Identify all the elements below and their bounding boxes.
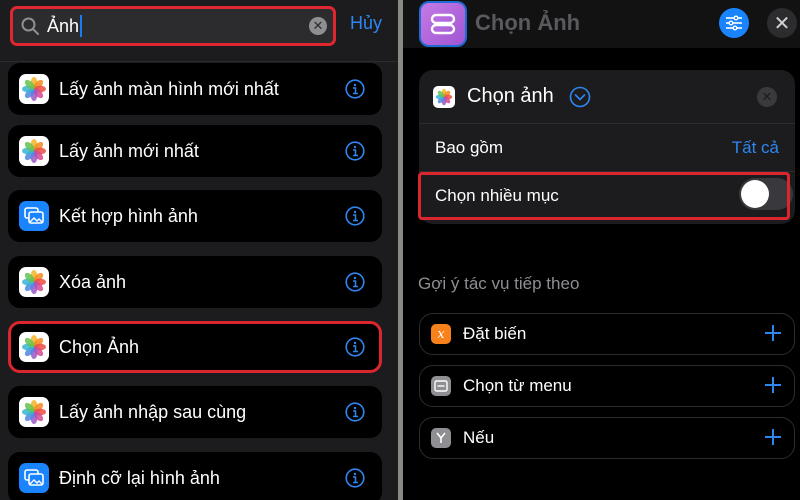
result-item[interactable]: Định cỡ lại hình ảnh <box>8 452 382 500</box>
menu-icon <box>431 376 451 396</box>
sliders-icon <box>726 15 742 31</box>
variable-icon: x <box>431 324 451 344</box>
info-icon[interactable] <box>345 272 365 292</box>
add-icon[interactable] <box>762 426 784 448</box>
info-icon[interactable] <box>345 141 365 161</box>
image-combine-icon <box>19 201 49 231</box>
search-input[interactable]: Ảnh ✕ <box>10 6 336 46</box>
search-panel: Ảnh ✕ Hủy Lấy ảnh màn hình mới nhất Lấy ả… <box>0 0 398 500</box>
suggestions-heading: Gợi ý tác vụ tiếp theo <box>418 274 580 293</box>
search-text: Ảnh <box>47 15 80 36</box>
clear-search-button[interactable]: ✕ <box>309 17 327 35</box>
editor-panel: Chọn Ảnh ✕ Chọn ảnh ✕ Bao gồm Tất cả Chọ… <box>403 0 800 500</box>
include-row[interactable]: Bao gồm Tất cả <box>419 124 795 172</box>
photos-icon <box>19 397 49 427</box>
info-icon[interactable] <box>345 206 365 226</box>
action-title: Chọn ảnh <box>467 85 554 107</box>
photos-icon <box>19 332 49 362</box>
result-item[interactable]: Lấy ảnh màn hình mới nhất <box>8 63 382 115</box>
shortcut-title[interactable]: Chọn Ảnh <box>475 10 580 36</box>
photos-icon <box>19 136 49 166</box>
text-caret <box>80 15 83 37</box>
result-label: Lấy ảnh mới nhất <box>59 140 199 161</box>
result-label: Xóa ảnh <box>59 271 127 292</box>
cancel-button[interactable]: Hủy <box>350 13 382 34</box>
suggestion-label: Đặt biến <box>463 324 527 343</box>
result-item[interactable]: Chọn Ảnh <box>8 321 382 373</box>
editor-header: Chọn Ảnh ✕ <box>403 0 800 48</box>
if-branch-icon <box>431 428 451 448</box>
add-icon[interactable] <box>762 374 784 396</box>
suggestion-item[interactable]: Nếu <box>419 417 795 459</box>
shortcuts-app-icon[interactable] <box>419 1 467 47</box>
include-value[interactable]: Tất cả <box>732 138 779 158</box>
search-icon <box>19 15 41 37</box>
info-icon[interactable] <box>345 79 365 99</box>
result-label: Lấy ảnh màn hình mới nhất <box>59 78 279 99</box>
action-card-header: Chọn ảnh ✕ <box>419 70 795 124</box>
info-icon[interactable] <box>345 337 365 357</box>
remove-action-button[interactable]: ✕ <box>757 87 777 107</box>
result-item[interactable]: Lấy ảnh nhập sau cùng <box>8 386 382 438</box>
photos-icon <box>19 267 49 297</box>
highlight-box <box>418 172 790 220</box>
close-button[interactable]: ✕ <box>767 8 797 38</box>
divider <box>0 61 398 62</box>
image-resize-icon <box>19 463 49 493</box>
suggestion-label: Chọn từ menu <box>463 376 572 395</box>
settings-button[interactable] <box>719 8 749 38</box>
chevron-down-icon[interactable] <box>569 86 591 108</box>
photos-icon <box>433 86 455 108</box>
result-item[interactable]: Kết hợp hình ảnh <box>8 190 382 242</box>
add-icon[interactable] <box>762 322 784 344</box>
suggestion-item[interactable]: Chọn từ menu <box>419 365 795 407</box>
suggestion-label: Nếu <box>463 428 495 447</box>
close-icon: ✕ <box>773 12 791 35</box>
info-icon[interactable] <box>345 402 365 422</box>
result-label: Chọn Ảnh <box>59 336 140 357</box>
include-label: Bao gồm <box>435 138 504 157</box>
result-item[interactable]: Lấy ảnh mới nhất <box>8 125 382 177</box>
photos-icon <box>19 74 49 104</box>
result-label: Kết hợp hình ảnh <box>59 205 198 226</box>
info-icon[interactable] <box>345 468 365 488</box>
suggestion-item[interactable]: x Đặt biến <box>419 313 795 355</box>
result-label: Lấy ảnh nhập sau cùng <box>59 401 247 422</box>
result-item[interactable]: Xóa ảnh <box>8 256 382 308</box>
result-label: Định cỡ lại hình ảnh <box>59 467 220 488</box>
